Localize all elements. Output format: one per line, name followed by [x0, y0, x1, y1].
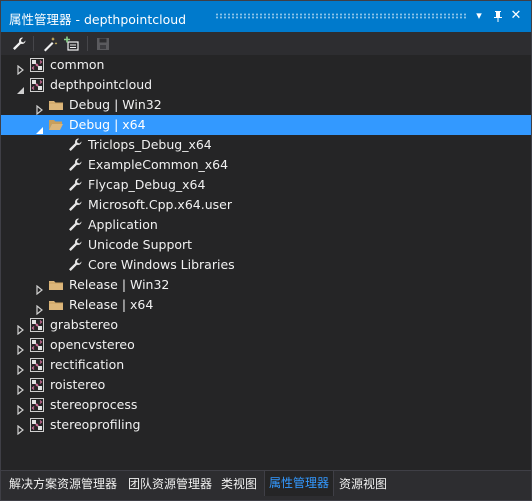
folder-open-icon [48, 117, 64, 133]
tree-item-label: ExampleCommon_x64 [88, 157, 229, 172]
wrench-icon [67, 257, 83, 273]
tree-item[interactable]: Unicode Support [1, 235, 531, 255]
window-position-dropdown-icon[interactable]: ▾ [471, 8, 487, 24]
project-icon [29, 317, 45, 333]
tree-item[interactable]: Microsoft.Cpp.x64.user [1, 195, 531, 215]
tree-item[interactable]: depthpointcloud [1, 75, 531, 95]
wrench-icon [67, 237, 83, 253]
property-tree: common depthpointcloud Debug | Win32 Debug … [1, 55, 531, 469]
tree-item[interactable]: grabstereo [1, 315, 531, 336]
expand-arrow-icon[interactable] [16, 400, 25, 416]
tree-item[interactable]: Flycap_Debug_x64 [1, 175, 531, 195]
close-icon[interactable]: ✕ [508, 8, 524, 24]
project-icon [29, 357, 45, 373]
tree-item[interactable]: Debug | Win32 [1, 95, 531, 116]
tree-item[interactable]: rectification [1, 355, 531, 376]
tree-item[interactable]: stereoprocess [1, 395, 531, 416]
tree-item-label: Microsoft.Cpp.x64.user [88, 197, 232, 212]
wrench-icon [67, 217, 83, 233]
wand-icon[interactable] [41, 35, 59, 53]
expand-arrow-icon[interactable] [35, 100, 44, 116]
tree-item-label: Triclops_Debug_x64 [88, 137, 212, 152]
tree-item[interactable]: Core Windows Libraries [1, 255, 531, 275]
toolbar-separator [87, 36, 88, 51]
expand-arrow-icon[interactable] [16, 60, 25, 76]
tab-3[interactable]: 属性管理器 [264, 471, 335, 496]
wrench-icon [67, 197, 83, 213]
tree-item[interactable]: ExampleCommon_x64 [1, 155, 531, 175]
title-bar[interactable]: 属性管理器 - depthpointcloud ▾ ✕ [1, 1, 531, 32]
tree-item[interactable]: Release | x64 [1, 295, 531, 316]
expand-arrow-icon[interactable] [35, 280, 44, 296]
tree-item[interactable]: Triclops_Debug_x64 [1, 135, 531, 155]
tree-item-label: Unicode Support [88, 237, 193, 252]
tree-item-label: common [50, 57, 105, 72]
tree-item[interactable]: common [1, 55, 531, 76]
tree-item-label: roistereo [50, 377, 106, 392]
auto-hide-pin-icon[interactable] [490, 8, 506, 24]
project-icon [29, 397, 45, 413]
tree-item-label: Application [88, 217, 158, 232]
expand-arrow-icon[interactable] [16, 380, 25, 396]
tree-item[interactable]: stereoprofiling [1, 415, 531, 436]
folder-icon [48, 277, 64, 293]
properties-wrench-icon[interactable] [10, 35, 28, 53]
tree-item[interactable]: opencvstereo [1, 335, 531, 356]
tree-item-label: Core Windows Libraries [88, 257, 235, 272]
property-manager-panel: 属性管理器 - depthpointcloud ▾ ✕ common depthp… [0, 0, 532, 501]
save-icon[interactable] [94, 35, 112, 53]
wrench-icon [67, 157, 83, 173]
tree-item-label: Release | x64 [69, 297, 154, 312]
tree-item-label: Release | Win32 [69, 277, 170, 292]
tab-1[interactable]: 团队资源管理器 [124, 473, 216, 495]
toolbar [1, 32, 531, 55]
collapse-arrow-icon[interactable] [16, 80, 25, 94]
tree-item[interactable]: Debug | x64 [1, 115, 531, 135]
project-icon [29, 417, 45, 433]
project-icon [29, 377, 45, 393]
tree-item-label: rectification [50, 357, 125, 372]
collapse-arrow-icon[interactable] [35, 120, 44, 134]
tree-item-label: Debug | x64 [69, 117, 146, 132]
add-sheet-icon[interactable] [63, 35, 81, 53]
toolbar-separator [33, 36, 34, 51]
tree-item-label: opencvstereo [50, 337, 135, 352]
tree-item[interactable]: Application [1, 215, 531, 235]
tab-4[interactable]: 资源视图 [335, 473, 391, 495]
expand-arrow-icon[interactable] [16, 320, 25, 336]
tree-item-label: grabstereo [50, 317, 118, 332]
wrench-icon [67, 177, 83, 193]
expand-arrow-icon[interactable] [35, 300, 44, 316]
tab-2[interactable]: 类视图 [217, 473, 261, 495]
tree-item[interactable]: roistereo [1, 375, 531, 396]
tree-item-label: Flycap_Debug_x64 [88, 177, 206, 192]
tool-window-tabs: 解决方案资源管理器 团队资源管理器 类视图 属性管理器 资源视图 [1, 470, 531, 500]
project-icon [29, 337, 45, 353]
title-grip [215, 13, 467, 19]
expand-arrow-icon[interactable] [16, 360, 25, 376]
wrench-icon [67, 137, 83, 153]
tree-item-label: depthpointcloud [50, 77, 153, 92]
tree-item[interactable]: Release | Win32 [1, 275, 531, 296]
project-icon [29, 57, 45, 73]
expand-arrow-icon[interactable] [16, 340, 25, 356]
project-icon [29, 77, 45, 93]
tree-item-label: stereoprocess [50, 397, 138, 412]
tab-0[interactable]: 解决方案资源管理器 [5, 473, 121, 495]
tree-item-label: Debug | Win32 [69, 97, 162, 112]
folder-icon [48, 97, 64, 113]
expand-arrow-icon[interactable] [16, 420, 25, 436]
panel-title: 属性管理器 - depthpointcloud [9, 12, 187, 27]
folder-icon [48, 297, 64, 313]
tree-item-label: stereoprofiling [50, 417, 141, 432]
